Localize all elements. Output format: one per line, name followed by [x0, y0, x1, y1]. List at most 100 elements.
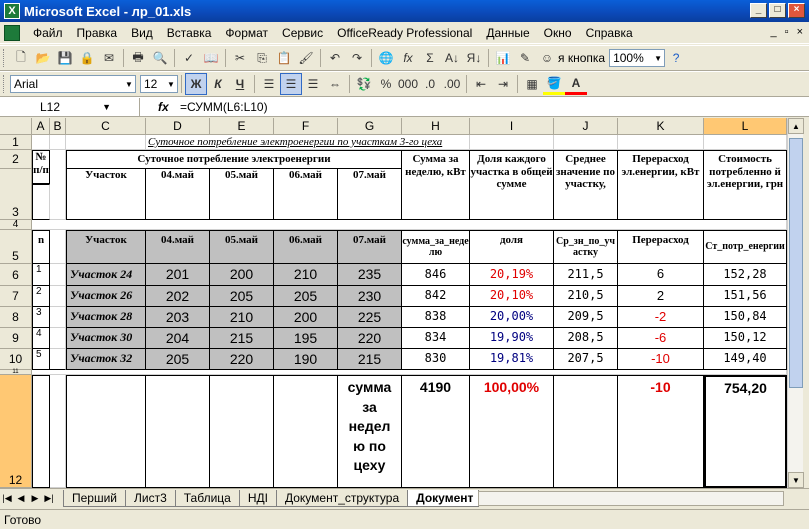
- cell-b5[interactable]: [50, 230, 66, 264]
- currency-icon[interactable]: 💱: [353, 73, 375, 95]
- cell-e12[interactable]: [210, 375, 274, 488]
- paste-icon[interactable]: 📋: [273, 47, 295, 69]
- menu-tools[interactable]: Сервис: [275, 26, 330, 40]
- scroll-up-icon[interactable]: ▲: [788, 118, 804, 134]
- row-header[interactable]: 4: [0, 219, 32, 230]
- row-9-site[interactable]: Участок 30: [66, 328, 146, 349]
- excel-app-icon[interactable]: X: [4, 3, 20, 19]
- header2-over[interactable]: Перерасход: [618, 230, 704, 264]
- fill-color-icon[interactable]: 🪣: [543, 73, 565, 95]
- help-icon[interactable]: ?: [665, 47, 687, 69]
- row-7-avg[interactable]: 210,5: [554, 286, 618, 307]
- function-icon[interactable]: fx: [397, 47, 419, 69]
- toolbar-grip[interactable]: [3, 49, 7, 67]
- underline-button[interactable]: Ч: [229, 73, 251, 95]
- row-10-n[interactable]: 5: [32, 349, 50, 370]
- cell-j1[interactable]: [554, 135, 618, 150]
- row-10-avg[interactable]: 207,5: [554, 349, 618, 370]
- row-6-d1[interactable]: 201: [146, 264, 210, 286]
- cell-l1[interactable]: [704, 135, 787, 150]
- header-over[interactable]: Перерасход эл.енергии, кВт: [618, 150, 704, 220]
- insert-function-icon[interactable]: fx: [158, 100, 178, 114]
- row-8-d3[interactable]: 200: [274, 307, 338, 328]
- column-header[interactable]: K: [618, 118, 704, 135]
- row-7-d3[interactable]: 205: [274, 286, 338, 307]
- tab-tablica[interactable]: Таблица: [174, 490, 240, 507]
- row-8-site[interactable]: Участок 28: [66, 307, 146, 328]
- row-7-cost[interactable]: 151,56: [704, 286, 787, 307]
- row-8-n[interactable]: 3: [32, 307, 50, 328]
- row-8-sum[interactable]: 838: [402, 307, 470, 328]
- select-all-corner[interactable]: [0, 118, 32, 135]
- menu-view[interactable]: Вид: [124, 26, 160, 40]
- row-6-avg[interactable]: 211,5: [554, 264, 618, 286]
- row-10-d2[interactable]: 220: [210, 349, 274, 370]
- row-9-d2[interactable]: 215: [210, 328, 274, 349]
- row-9-over[interactable]: -6: [618, 328, 704, 349]
- row-6-d3[interactable]: 210: [274, 264, 338, 286]
- column-header[interactable]: A: [32, 118, 50, 135]
- borders-icon[interactable]: ▦: [521, 73, 543, 95]
- row-10-over[interactable]: -10: [618, 349, 704, 370]
- tab-document[interactable]: Документ: [407, 490, 480, 507]
- align-center-icon[interactable]: ☰: [280, 73, 302, 95]
- header2-n[interactable]: n: [32, 230, 50, 264]
- menu-help[interactable]: Справка: [579, 26, 640, 40]
- decrease-indent-icon[interactable]: ⇤: [470, 73, 492, 95]
- column-header[interactable]: H: [402, 118, 470, 135]
- row-8-cost[interactable]: 150,84: [704, 307, 787, 328]
- header2-day3[interactable]: 06.май: [274, 230, 338, 264]
- row-9-avg[interactable]: 208,5: [554, 328, 618, 349]
- row-header[interactable]: 1: [0, 135, 32, 150]
- cell-j1[interactable]: [470, 135, 554, 150]
- header2-avg[interactable]: Ср_зн_по_участку: [554, 230, 618, 264]
- row-7-d2[interactable]: 205: [210, 286, 274, 307]
- prev-sheet-icon[interactable]: ◀: [14, 493, 28, 504]
- font-size-select[interactable]: 12 ▼: [140, 75, 178, 93]
- cell-a3[interactable]: [32, 184, 50, 220]
- tab-document-structure[interactable]: Документ_структура: [275, 490, 409, 507]
- tab-pershiy[interactable]: Перший: [63, 490, 127, 507]
- menu-file[interactable]: Файл: [26, 26, 70, 40]
- vertical-scrollbar[interactable]: ▲ ▼: [787, 118, 804, 488]
- row-7-sum[interactable]: 842: [402, 286, 470, 307]
- format-painter-icon[interactable]: 🖌: [295, 47, 317, 69]
- header-day4[interactable]: 07.май: [338, 169, 402, 220]
- cell-b8[interactable]: [50, 307, 66, 328]
- cell-b6[interactable]: [50, 264, 66, 286]
- row-7-over[interactable]: 2: [618, 286, 704, 307]
- row-6-site[interactable]: Участок 24: [66, 264, 146, 286]
- cell-c12[interactable]: [66, 375, 146, 488]
- cell-b12[interactable]: [50, 375, 66, 488]
- column-header[interactable]: I: [470, 118, 554, 135]
- chevron-down-icon[interactable]: ▼: [102, 102, 111, 112]
- column-header[interactable]: E: [210, 118, 274, 135]
- row-10-d4[interactable]: 215: [338, 349, 402, 370]
- decrease-decimal-icon[interactable]: .00: [441, 73, 463, 95]
- row-6-share[interactable]: 20,19%: [470, 264, 554, 286]
- header-day3[interactable]: 06.май: [274, 169, 338, 220]
- smile-icon[interactable]: ☺: [536, 47, 558, 69]
- cell-j12[interactable]: [554, 375, 618, 488]
- formula-input[interactable]: =СУММ(L6:L10): [180, 100, 268, 114]
- minimize-button[interactable]: _: [750, 3, 767, 18]
- menu-window[interactable]: Окно: [537, 26, 579, 40]
- spelling-icon[interactable]: ✓: [178, 47, 200, 69]
- header-day1[interactable]: 04.май: [146, 169, 210, 220]
- tab-ndi[interactable]: НДІ: [238, 490, 277, 507]
- row-header[interactable]: 5: [0, 230, 32, 264]
- row-7-n[interactable]: 2: [32, 286, 50, 307]
- row-8-over[interactable]: -2: [618, 307, 704, 328]
- row-10-sum[interactable]: 830: [402, 349, 470, 370]
- cell-b1[interactable]: [50, 135, 66, 150]
- zoom-select[interactable]: 100% ▼: [609, 49, 666, 67]
- row-9-n[interactable]: 4: [32, 328, 50, 349]
- cell-b7[interactable]: [50, 286, 66, 307]
- print-icon[interactable]: 🖶: [127, 47, 149, 69]
- row-10-site[interactable]: Участок 32: [66, 349, 146, 370]
- total-over[interactable]: -10: [618, 375, 704, 488]
- header-avg[interactable]: Среднее значение по участку,: [554, 150, 618, 220]
- scroll-thumb[interactable]: [789, 138, 803, 388]
- row-9-d1[interactable]: 204: [146, 328, 210, 349]
- cell-b9[interactable]: [50, 328, 66, 349]
